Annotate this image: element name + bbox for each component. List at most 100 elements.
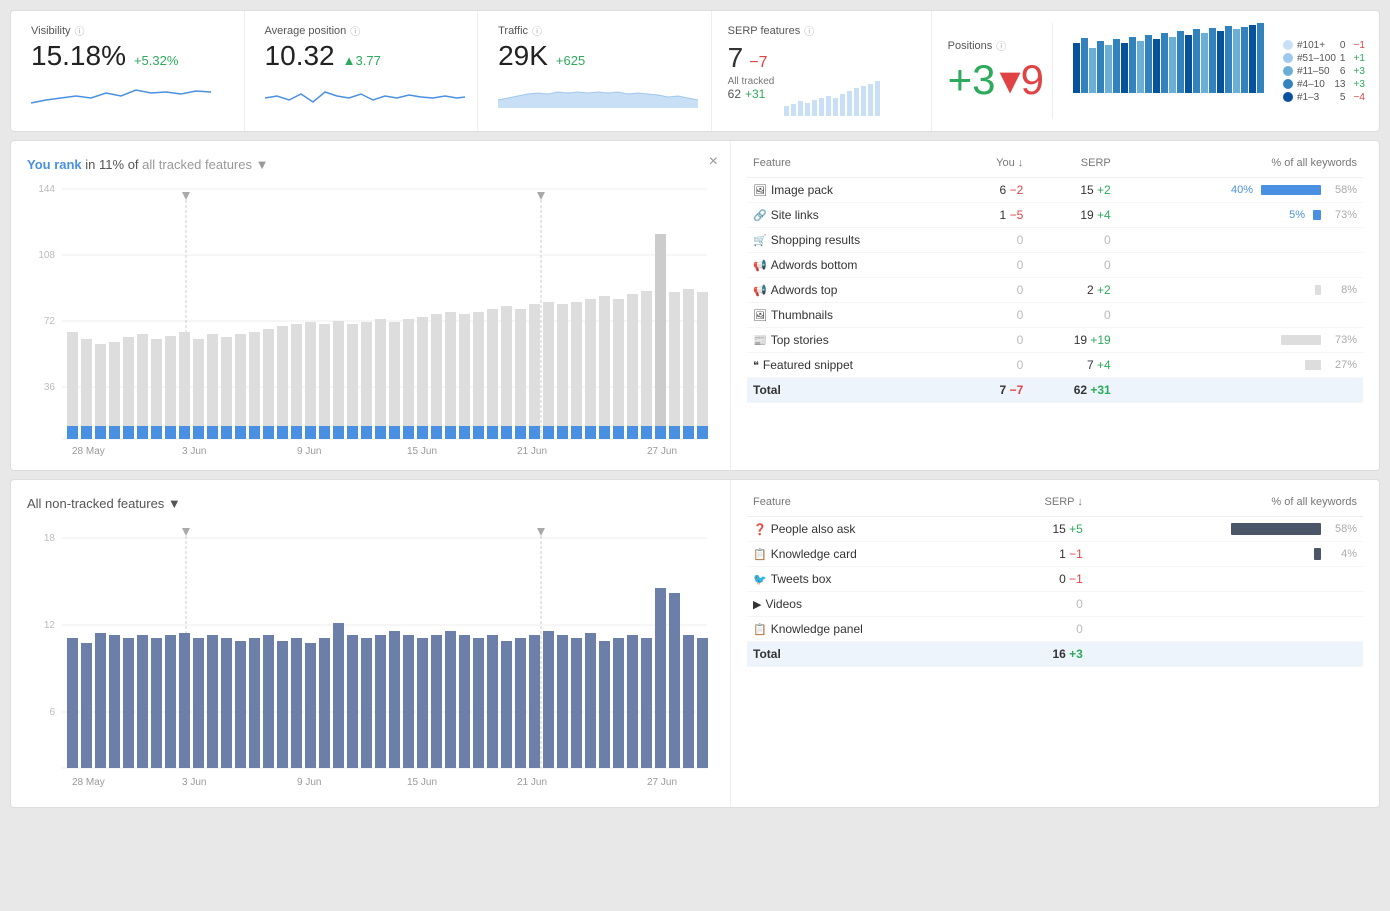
metrics-bar: Visibility ⓘ 15.18% +5.32% Average posit…: [10, 10, 1380, 132]
tweets-box-icon: 🐦: [753, 574, 767, 586]
avg-position-card: Average position ⓘ 10.32 ▲3.77: [245, 11, 479, 131]
traffic-card: Traffic ⓘ 29K +625: [478, 11, 712, 131]
close-button[interactable]: ×: [709, 153, 718, 171]
svg-text:12: 12: [44, 620, 56, 631]
col-serp: SERP: [1029, 153, 1116, 178]
positions-bar-chart: [1073, 23, 1263, 93]
visibility-value: 15.18% +5.32%: [31, 40, 224, 72]
visibility-label: Visibility ⓘ: [31, 23, 224, 38]
tracked-bar: [1313, 210, 1321, 220]
serp-all-tracked-delta: +31: [745, 87, 765, 101]
nt-bar: [1314, 548, 1321, 560]
tracked-bar-chart: 144 108 72 36: [27, 184, 714, 454]
svg-text:144: 144: [38, 184, 55, 195]
tracked-total-row: Total 7 −7 62 +31: [747, 378, 1363, 403]
adwords-top-icon: 📢: [753, 285, 767, 297]
avg-position-value: 10.32 ▲3.77: [265, 40, 458, 72]
svg-text:27 Jun: 27 Jun: [647, 446, 677, 457]
serp-mini-chart: [782, 76, 882, 116]
visibility-number: 15.18%: [31, 40, 126, 72]
people-also-ask-icon: ❓: [753, 524, 767, 536]
serp-features-card: SERP features ⓘ 7 −7 All tracked 62 +31: [712, 11, 932, 131]
tracked-chart-side: You rank in 11% of all tracked features …: [11, 141, 731, 470]
non-tracked-bar-chart: 18 12 6: [27, 523, 714, 791]
serp-all-tracked-label: All tracked: [728, 76, 775, 87]
visibility-card: Visibility ⓘ 15.18% +5.32%: [11, 11, 245, 131]
shopping-icon: 🛒: [753, 235, 767, 247]
svg-text:21 Jun: 21 Jun: [517, 777, 547, 788]
avg-position-number: 10.32: [265, 40, 335, 72]
col-feature: Feature: [747, 153, 959, 178]
tracked-panel-title: You rank in 11% of all tracked features …: [27, 157, 714, 172]
serp-features-info-icon[interactable]: ⓘ: [804, 23, 814, 38]
table-row: 📢Adwords top 0 2 +2 8%: [747, 278, 1363, 303]
svg-text:27 Jun: 27 Jun: [647, 777, 677, 788]
nt-col-pct: % of all keywords: [1089, 492, 1363, 517]
avg-position-info-icon[interactable]: ⓘ: [350, 23, 360, 38]
legend-101plus: #101+ 0 −1: [1283, 40, 1365, 51]
adwords-bottom-icon: 📢: [753, 260, 767, 272]
videos-icon: ▶: [753, 599, 761, 611]
visibility-label-text: Visibility: [31, 25, 71, 37]
dot-1-3: [1283, 92, 1293, 102]
svg-text:3 Jun: 3 Jun: [182, 777, 206, 788]
col-you: You ↓: [959, 153, 1029, 178]
svg-text:21 Jun: 21 Jun: [517, 446, 547, 457]
serp-features-number: 7: [728, 42, 744, 74]
table-row: 📋Knowledge card 1 −1 4%: [747, 542, 1363, 567]
traffic-chart: [498, 78, 691, 113]
serp-all-tracked-value: 62: [728, 87, 741, 101]
table-row: 🖼Image pack 6 −2 15 +2 40% 58%: [747, 178, 1363, 203]
legend-4-10: #4–10 13 +3: [1283, 79, 1365, 90]
positions-label-text: Positions: [948, 40, 993, 52]
positions-green-val: +3: [948, 56, 996, 104]
tracked-bar: [1305, 360, 1321, 370]
svg-text:36: 36: [44, 382, 56, 393]
tracked-table-side: Feature You ↓ SERP % of all keywords 🖼Im…: [731, 141, 1379, 470]
traffic-number: 29K: [498, 40, 548, 72]
visibility-delta: +5.32%: [134, 53, 178, 68]
positions-info-icon[interactable]: ⓘ: [996, 38, 1006, 53]
non-tracked-chart-side: All non-tracked features ▼ 18 12 6: [11, 480, 731, 807]
svg-text:6: 6: [49, 707, 55, 718]
top-stories-icon: 📰: [753, 335, 767, 347]
site-links-icon: 🔗: [753, 210, 767, 222]
knowledge-card-icon: 📋: [753, 549, 767, 561]
visibility-info-icon[interactable]: ⓘ: [75, 23, 85, 38]
legend-11-50: #11–50 6 +3: [1283, 66, 1365, 77]
nt-total-row: Total 16 +3: [747, 642, 1363, 667]
avg-position-chart: [265, 78, 458, 113]
nt-bar: [1231, 523, 1321, 535]
nt-col-serp: SERP ↓: [989, 492, 1089, 517]
non-tracked-features-table: Feature SERP ↓ % of all keywords ❓People…: [747, 492, 1363, 667]
visibility-chart: [31, 78, 224, 113]
serp-features-label-text: SERP features: [728, 25, 801, 37]
traffic-delta: +625: [556, 53, 585, 68]
avg-position-label: Average position ⓘ: [265, 23, 458, 38]
svg-text:9 Jun: 9 Jun: [297, 777, 321, 788]
non-tracked-chart-svg: 18 12 6: [27, 523, 707, 788]
svg-text:18: 18: [44, 533, 56, 544]
tracked-features-panel: You rank in 11% of all tracked features …: [10, 140, 1380, 471]
tracked-features-table: Feature You ↓ SERP % of all keywords 🖼Im…: [747, 153, 1363, 403]
col-pct-all: % of all keywords: [1117, 153, 1363, 178]
nt-col-feature: Feature: [747, 492, 989, 517]
table-row: 📋Knowledge panel 0: [747, 617, 1363, 642]
traffic-info-icon[interactable]: ⓘ: [532, 23, 542, 38]
svg-text:3 Jun: 3 Jun: [182, 446, 206, 457]
table-row: 🔗Site links 1 −5 19 +4 5% 73%: [747, 203, 1363, 228]
traffic-label-text: Traffic: [498, 25, 528, 37]
table-row: 📢Adwords bottom 0 0: [747, 253, 1363, 278]
svg-text:9 Jun: 9 Jun: [297, 446, 321, 457]
tracked-bar: [1281, 335, 1321, 345]
serp-features-label: SERP features ⓘ: [728, 23, 915, 38]
positions-label: Positions ⓘ: [948, 38, 1044, 53]
positions-red-val: ▾9: [1000, 55, 1044, 104]
svg-text:15 Jun: 15 Jun: [407, 446, 437, 457]
table-row: 📰Top stories 0 19 +19 73%: [747, 328, 1363, 353]
thumbnails-icon: 🖼: [753, 310, 767, 322]
svg-text:28 May: 28 May: [72, 777, 105, 788]
svg-text:72: 72: [44, 316, 56, 327]
traffic-label: Traffic ⓘ: [498, 23, 691, 38]
avg-position-label-text: Average position: [265, 25, 347, 37]
